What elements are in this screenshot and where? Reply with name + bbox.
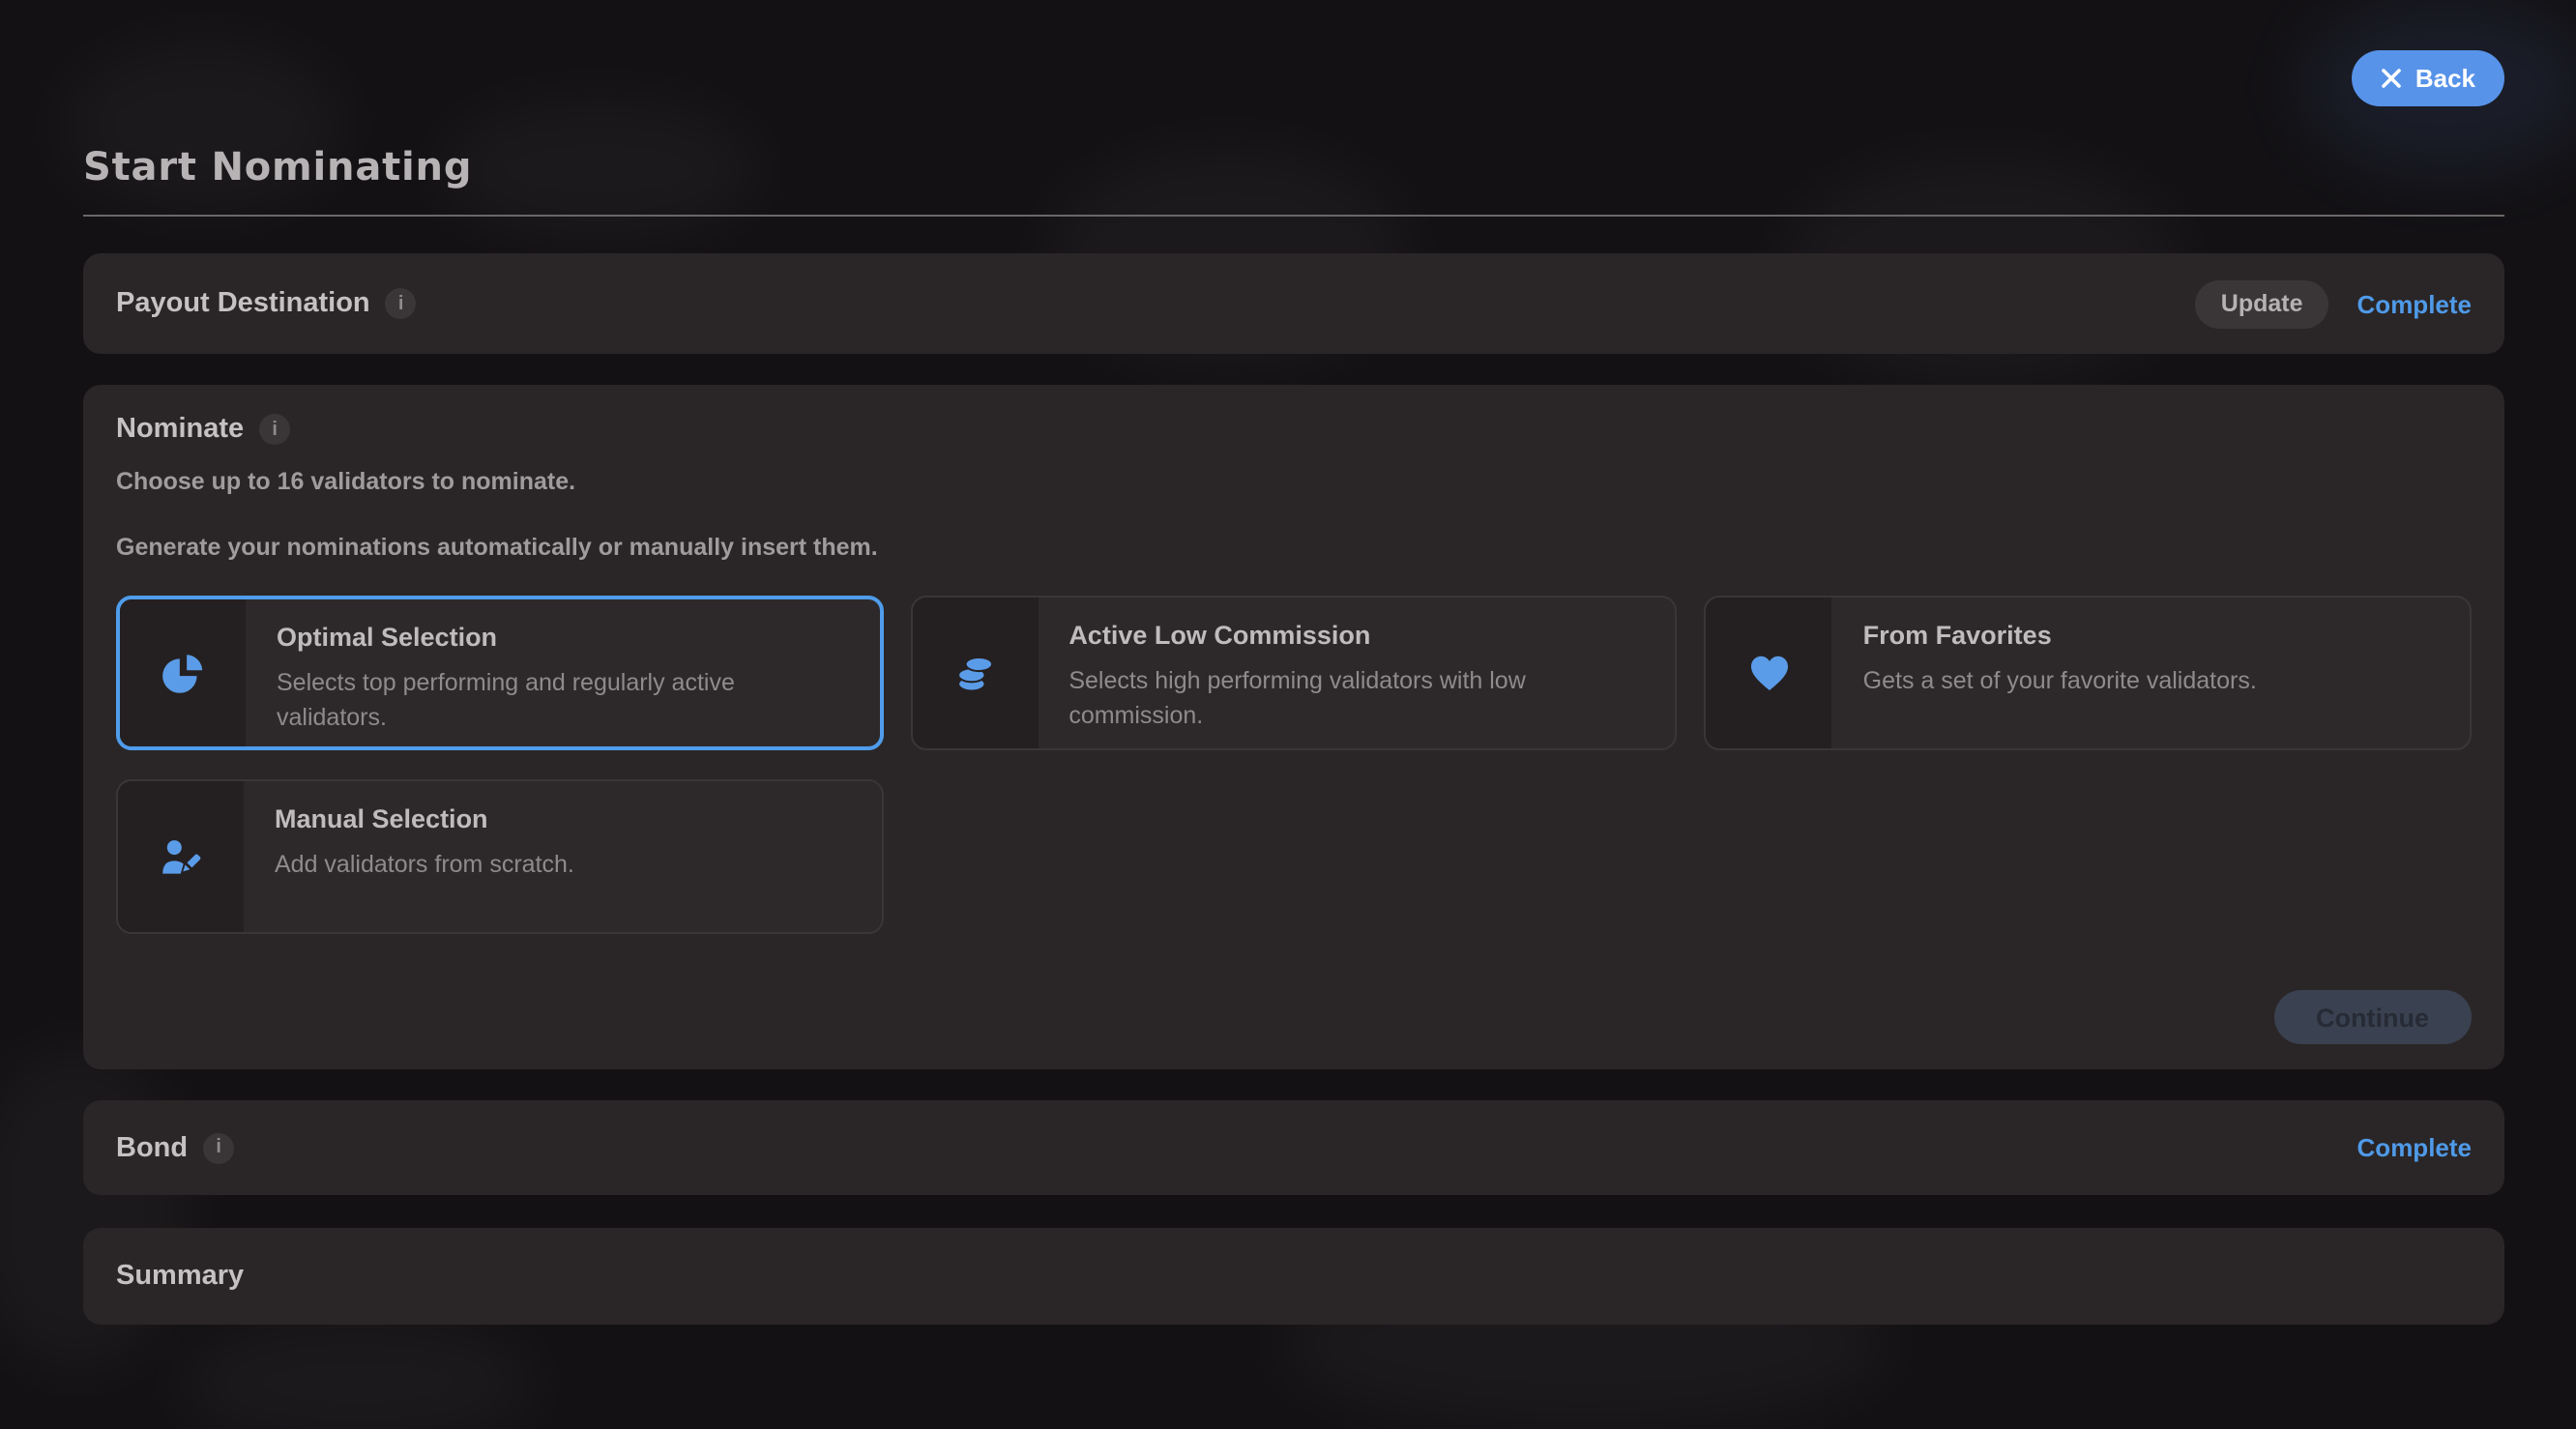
payout-update-button[interactable]: Update xyxy=(2196,279,2328,328)
nominate-title: Nominate xyxy=(116,414,244,445)
bond-title: Bond xyxy=(116,1132,188,1163)
payout-status-badge: Complete xyxy=(2357,289,2472,318)
back-button-label: Back xyxy=(2415,64,2475,93)
method-description: Selects top performing and regularly act… xyxy=(277,665,848,736)
method-icon-column xyxy=(912,598,1038,748)
nomination-methods-grid: Optimal Selection Selects top performing… xyxy=(116,596,2472,934)
bond-status-badge: Complete xyxy=(2357,1133,2472,1162)
summary-section: Summary xyxy=(83,1228,2504,1325)
method-icon-column xyxy=(1707,598,1832,748)
background-blur-blob xyxy=(174,1315,542,1429)
info-icon[interactable]: i xyxy=(203,1132,234,1163)
method-card-optimal-selection[interactable]: Optimal Selection Selects top performing… xyxy=(116,596,883,750)
payout-destination-title: Payout Destination xyxy=(116,288,370,319)
background-blur-blob xyxy=(435,97,764,242)
start-nominating-overlay: Back Start Nominating Payout Destination… xyxy=(0,0,2576,1429)
method-title: Active Low Commission xyxy=(1068,621,1644,650)
payout-destination-section: Payout Destination i Update Complete xyxy=(83,253,2504,354)
nominate-subtitle-1: Choose up to 16 validators to nominate. xyxy=(116,468,2472,495)
method-card-manual-selection[interactable]: Manual Selection Add validators from scr… xyxy=(116,779,883,934)
summary-title: Summary xyxy=(116,1261,244,1292)
method-description: Gets a set of your favorite validators. xyxy=(1863,663,2439,698)
nominate-section: Nominate i Choose up to 16 validators to… xyxy=(83,385,2504,1069)
method-title: From Favorites xyxy=(1863,621,2439,650)
method-icon-column xyxy=(118,781,244,932)
coins-icon xyxy=(951,649,999,697)
heart-icon xyxy=(1746,650,1793,696)
close-icon xyxy=(2381,68,2402,89)
method-title: Manual Selection xyxy=(275,804,850,833)
back-button[interactable]: Back xyxy=(2352,50,2504,106)
method-icon-column xyxy=(120,599,246,746)
method-description: Add validators from scratch. xyxy=(275,847,850,882)
method-title: Optimal Selection xyxy=(277,623,848,652)
bond-section: Bond i Complete xyxy=(83,1100,2504,1195)
method-card-from-favorites[interactable]: From Favorites Gets a set of your favori… xyxy=(1705,596,2472,750)
user-edit-icon xyxy=(157,832,205,881)
title-divider xyxy=(83,215,2504,217)
page-title: Start Nominating xyxy=(83,143,472,190)
info-icon[interactable]: i xyxy=(259,414,290,445)
pie-chart-icon xyxy=(159,649,207,697)
method-description: Selects high performing validators with … xyxy=(1068,663,1644,734)
method-card-active-low-commission[interactable]: Active Low Commission Selects high perfo… xyxy=(910,596,1677,750)
info-icon[interactable]: i xyxy=(386,288,417,319)
nominate-subtitle-2: Generate your nominations automatically … xyxy=(116,534,2472,561)
continue-button[interactable]: Continue xyxy=(2273,990,2472,1044)
